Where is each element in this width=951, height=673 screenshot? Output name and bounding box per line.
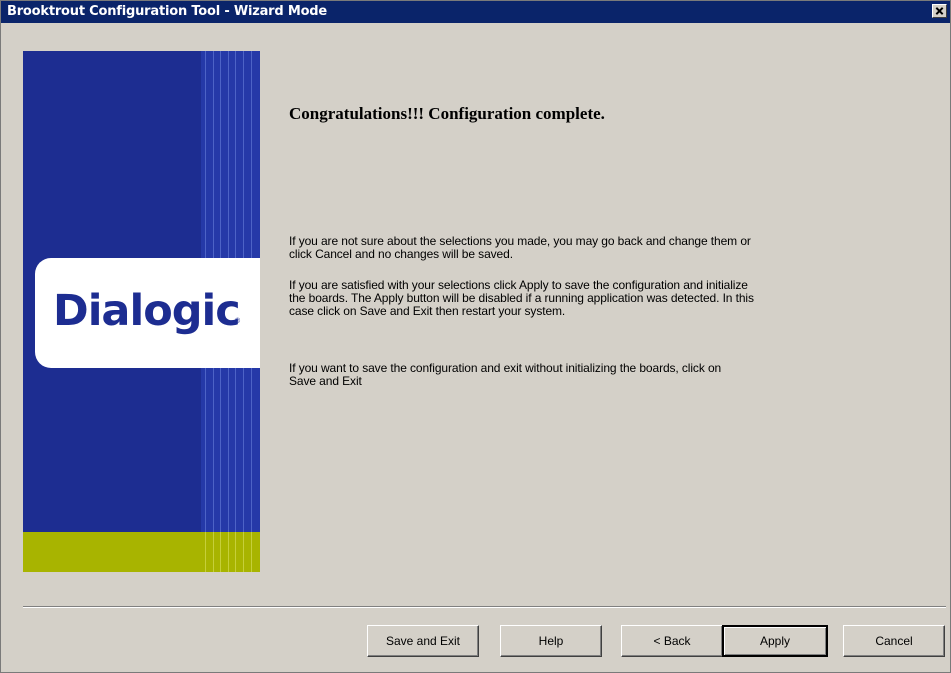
green-stripe-line <box>213 532 214 572</box>
brand-green-band <box>23 532 260 572</box>
save-and-exit-button[interactable]: Save and Exit <box>367 625 479 657</box>
green-stripe-line <box>228 532 229 572</box>
brand-panel: Dialogic ® <box>23 51 260 572</box>
cancel-button[interactable]: Cancel <box>843 625 945 657</box>
green-stripe-line <box>251 532 252 572</box>
registered-mark: ® <box>235 318 241 325</box>
wizard-window: Brooktrout Configuration Tool - Wizard M… <box>0 0 951 673</box>
window-title: Brooktrout Configuration Tool - Wizard M… <box>7 4 328 19</box>
info-paragraph-back: If you are not sure about the selections… <box>289 234 751 261</box>
green-stripe-line <box>220 532 221 572</box>
dialogic-logo: Dialogic ® <box>35 258 260 368</box>
info-paragraph-apply: If you are satisfied with your selection… <box>289 278 754 318</box>
button-separator <box>23 606 946 608</box>
logo-text: Dialogic <box>53 286 241 336</box>
green-stripe-line <box>243 532 244 572</box>
help-button[interactable]: Help <box>500 625 602 657</box>
back-button[interactable]: < Back <box>621 625 723 657</box>
info-paragraph-save: If you want to save the configuration an… <box>289 361 722 388</box>
close-icon[interactable] <box>932 4 947 18</box>
page-title: Congratulations!!! Configuration complet… <box>289 104 605 123</box>
green-stripe-line <box>205 532 206 572</box>
green-stripe-line <box>235 532 236 572</box>
title-bar[interactable]: Brooktrout Configuration Tool - Wizard M… <box>1 1 950 23</box>
apply-button[interactable]: Apply <box>722 625 828 657</box>
